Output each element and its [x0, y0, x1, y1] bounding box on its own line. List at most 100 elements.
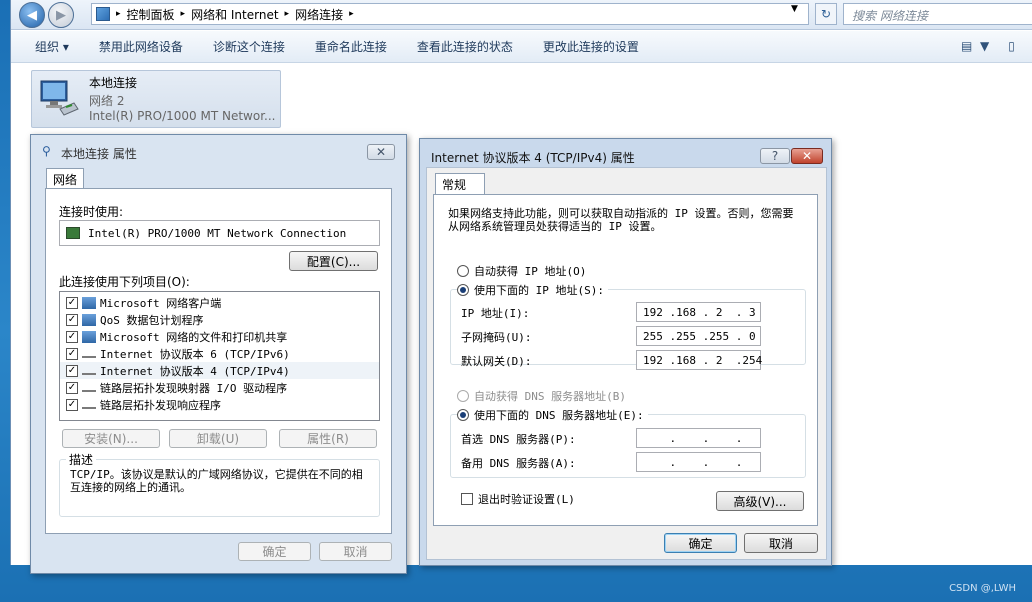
breadcrumb-item[interactable]: 网络和 Internet: [191, 6, 278, 23]
organize-menu[interactable]: 组织 ▾: [11, 38, 84, 55]
ip-label: IP 地址(I):: [461, 307, 530, 320]
network-icon: ⚲: [42, 144, 51, 158]
item-checkbox[interactable]: ✓: [66, 296, 78, 309]
close-button[interactable]: ✕: [367, 144, 395, 160]
local-connection-properties-dialog: ⚲ 本地连接 属性 ✕ 网络 连接时使用: Intel(R) PRO/1000 …: [30, 134, 407, 574]
control-panel-icon: [96, 7, 110, 21]
search-input[interactable]: 搜索 网络连接: [843, 3, 1032, 25]
ok-button[interactable]: 确定: [664, 533, 737, 553]
validate-checkbox[interactable]: [461, 493, 473, 505]
list-item[interactable]: ✓ Microsoft 网络的文件和打印机共享: [60, 328, 379, 345]
address-bar[interactable]: ▸ 控制面板 ▸ 网络和 Internet ▸ 网络连接 ▸: [91, 3, 809, 25]
command-bar: 组织 ▾ 禁用此网络设备 诊断这个连接 重命名此连接 查看此连接的状态 更改此连…: [11, 31, 1032, 63]
mask-label: 子网掩码(U):: [461, 331, 532, 344]
help-button[interactable]: ?: [760, 148, 790, 164]
item-label: Microsoft 网络客户端: [100, 296, 222, 310]
gateway-field[interactable]: 192 .168 . 2 .254: [636, 350, 762, 370]
list-item[interactable]: ✓ QoS 数据包计划程序: [60, 311, 379, 328]
cancel-button[interactable]: 取消: [319, 542, 392, 561]
auto-ip-radio[interactable]: [457, 265, 469, 277]
auto-dns-option[interactable]: 自动获得 DNS 服务器地址(B): [457, 388, 626, 404]
alternate-dns-field[interactable]: . . .: [636, 452, 761, 472]
list-item-selected[interactable]: ✓ Internet 协议版本 4 (TCP/IPv4): [60, 362, 379, 379]
manual-ip-radio[interactable]: [457, 284, 469, 296]
service-icon: [82, 313, 96, 326]
connection-item[interactable]: 本地连接 网络 2 Intel(R) PRO/1000 MT Networ...: [31, 70, 281, 128]
address-toolbar: ◀ ▶ ▸ 控制面板 ▸ 网络和 Internet ▸ 网络连接 ▸ ▼ ↻ 搜…: [11, 0, 1032, 30]
components-list[interactable]: ✓ Microsoft 网络客户端 ✓ QoS 数据包计划程序 ✓ Micros…: [59, 291, 380, 421]
item-checkbox[interactable]: ✓: [66, 330, 78, 343]
adapter-box: Intel(R) PRO/1000 MT Network Connection: [59, 220, 380, 246]
item-checkbox[interactable]: ✓: [66, 364, 78, 377]
auto-dns-radio[interactable]: [457, 390, 469, 402]
refresh-button[interactable]: ↻: [815, 3, 837, 25]
cancel-button[interactable]: 取消: [744, 533, 818, 553]
configure-button[interactable]: 配置(C)...: [289, 251, 378, 271]
auto-ip-option[interactable]: 自动获得 IP 地址(O): [457, 263, 586, 279]
connection-network: 网络 2: [89, 94, 125, 108]
rename-button[interactable]: 重命名此连接: [300, 38, 402, 55]
manual-dns-radio[interactable]: [457, 409, 469, 421]
manual-ip-label: 使用下面的 IP 地址(S):: [474, 284, 604, 297]
list-item[interactable]: ✓ 链路层拓扑发现映射器 I/O 驱动程序: [60, 379, 379, 396]
chevron-right-icon: ▸: [284, 9, 290, 19]
ipv4-properties-dialog: Internet 协议版本 4 (TCP/IPv4) 属性 ? ✕ 常规 如果网…: [419, 138, 832, 566]
disable-device-button[interactable]: 禁用此网络设备: [84, 38, 198, 55]
auto-dns-label: 自动获得 DNS 服务器地址(B): [474, 390, 626, 403]
network-adapter-icon: [40, 80, 79, 116]
preview-pane-icon[interactable]: ▯: [1008, 39, 1015, 53]
change-settings-button[interactable]: 更改此连接的设置: [528, 38, 654, 55]
list-item[interactable]: ✓ Microsoft 网络客户端: [60, 294, 379, 311]
subnet-mask-field[interactable]: 255 .255 .255 . 0: [636, 326, 761, 346]
intro-text: 如果网络支持此功能，则可以获取自动指派的 IP 设置。否则，您需要从网络系统管理…: [448, 207, 794, 233]
item-checkbox[interactable]: ✓: [66, 398, 78, 411]
item-checkbox[interactable]: ✓: [66, 313, 78, 326]
connection-name: 本地连接: [89, 76, 138, 90]
adapter-icon: [66, 227, 80, 239]
preferred-dns-field[interactable]: . . .: [636, 428, 761, 448]
install-button[interactable]: 安装(N)...: [62, 429, 160, 448]
service-icon: [82, 330, 96, 343]
manual-dns-option[interactable]: 使用下面的 DNS 服务器地址(E):: [457, 407, 648, 423]
uninstall-button[interactable]: 卸载(U): [169, 429, 267, 448]
item-label: Internet 协议版本 4 (TCP/IPv4): [100, 364, 290, 378]
breadcrumb-item[interactable]: 网络连接: [295, 6, 343, 23]
connect-using-label: 连接时使用:: [59, 205, 124, 219]
manual-dns-label: 使用下面的 DNS 服务器地址(E):: [474, 409, 644, 422]
view-status-button[interactable]: 查看此连接的状态: [402, 38, 528, 55]
chevron-down-icon[interactable]: ▼: [980, 39, 989, 53]
item-label: 链路层拓扑发现映射器 I/O 驱动程序: [100, 381, 288, 395]
diagnose-button[interactable]: 诊断这个连接: [198, 38, 300, 55]
view-options[interactable]: ▤ ▼ ▯: [961, 39, 1015, 53]
close-icon: ✕: [801, 149, 813, 163]
chevron-right-icon: ▸: [180, 9, 186, 19]
dns1-label: 首选 DNS 服务器(P):: [461, 433, 576, 446]
ok-button[interactable]: 确定: [238, 542, 311, 561]
tab-panel: 连接时使用: Intel(R) PRO/1000 MT Network Conn…: [45, 188, 392, 534]
list-item[interactable]: ✓ 链路层拓扑发现响应程序: [60, 396, 379, 413]
ip-address-field[interactable]: 192 .168 . 2 . 3: [636, 302, 761, 322]
items-label: 此连接使用下列项目(O):: [59, 275, 190, 289]
properties-button[interactable]: 属性(R): [279, 429, 377, 448]
forward-button[interactable]: ▶: [48, 2, 74, 28]
item-checkbox[interactable]: ✓: [66, 381, 78, 394]
view-icon[interactable]: ▤: [961, 39, 972, 53]
manual-ip-option[interactable]: 使用下面的 IP 地址(S):: [457, 282, 608, 298]
item-label: 链路层拓扑发现响应程序: [100, 398, 221, 412]
breadcrumb-item[interactable]: 控制面板: [127, 6, 175, 23]
description-label: 描述: [66, 451, 97, 468]
gateway-label: 默认网关(D):: [461, 355, 532, 368]
tab-general[interactable]: 常规: [435, 173, 485, 195]
address-dropdown-icon[interactable]: ▼: [791, 4, 798, 14]
auto-ip-label: 自动获得 IP 地址(O): [474, 265, 587, 278]
tab-network[interactable]: 网络: [46, 168, 85, 189]
connection-adapter: Intel(R) PRO/1000 MT Networ...: [89, 109, 276, 123]
validate-option[interactable]: 退出时验证设置(L): [461, 491, 575, 507]
back-button[interactable]: ◀: [19, 2, 45, 28]
advanced-button[interactable]: 高级(V)...: [716, 491, 804, 511]
item-checkbox[interactable]: ✓: [66, 347, 78, 360]
close-button[interactable]: ✕: [791, 148, 823, 164]
list-item[interactable]: ✓ Internet 协议版本 6 (TCP/IPv6): [60, 345, 379, 362]
description-text: TCP/IP。该协议是默认的广域网络协议，它提供在不同的相互连接的网络上的通讯。: [70, 468, 363, 494]
protocol-icon: [82, 401, 96, 409]
